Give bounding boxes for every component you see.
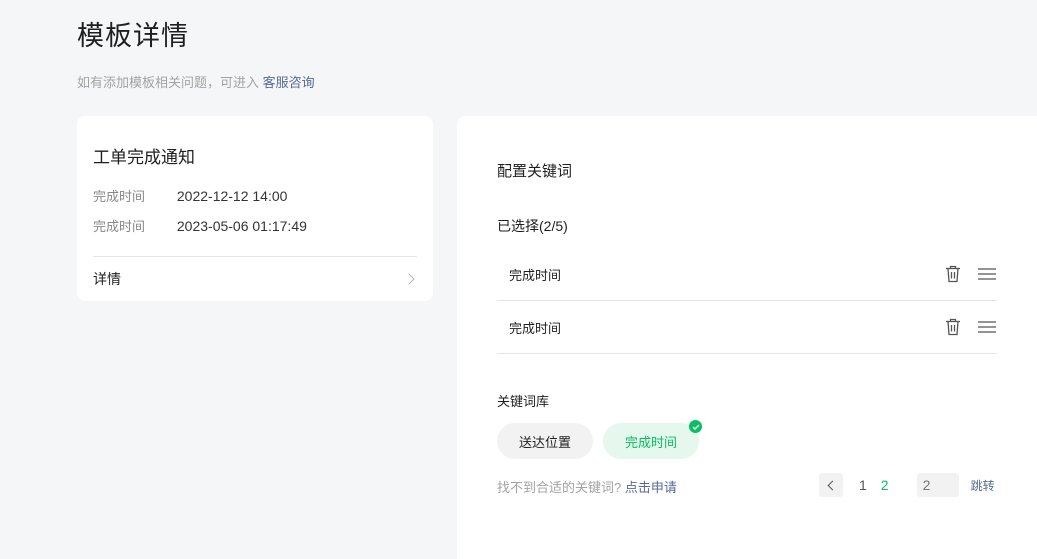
keyword-tag[interactable]: 送达位置 bbox=[497, 423, 593, 459]
page-number-current[interactable]: 2 bbox=[881, 477, 889, 493]
page-jump-input[interactable] bbox=[916, 473, 959, 497]
keyword-label: 完成时间 bbox=[509, 267, 562, 283]
detail-link[interactable]: 详情 bbox=[93, 266, 417, 292]
selected-keyword-row: 完成时间 bbox=[497, 301, 997, 354]
selected-count-label: 已选择(2/5) bbox=[497, 218, 568, 234]
page-subtitle: 如有添加模板相关问题，可进入 客服咨询 bbox=[77, 72, 315, 91]
keyword-label: 完成时间 bbox=[509, 320, 562, 336]
detail-label: 详情 bbox=[93, 271, 121, 287]
keyword-library-label: 关键词库 bbox=[497, 394, 550, 409]
customer-service-link[interactable]: 客服咨询 bbox=[263, 75, 315, 90]
prev-page-button[interactable] bbox=[819, 473, 843, 497]
notfound-text: 找不到合适的关键词? bbox=[497, 480, 622, 495]
info-row-value: 2022-12-12 14:00 bbox=[176, 188, 288, 204]
keyword-tag-label: 完成时间 bbox=[624, 434, 677, 450]
drag-handle-icon[interactable] bbox=[977, 317, 997, 337]
drag-handle-icon[interactable] bbox=[977, 264, 997, 284]
pagination: 1 2 跳转 bbox=[819, 473, 995, 497]
subtitle-text: 如有添加模板相关问题，可进入 bbox=[77, 75, 260, 90]
page-title: 模板详情 bbox=[77, 21, 189, 51]
info-row-value: 2023-05-06 01:17:49 bbox=[176, 218, 307, 234]
keyword-config-panel: 配置关键词 已选择(2/5) 完成时间 完成时间 关键词库 送达位置 完成时间 … bbox=[457, 116, 1037, 559]
template-card: 工单完成通知 完成时间 2022-12-12 14:00 完成时间 2023-0… bbox=[77, 116, 433, 301]
keyword-tag-label: 送达位置 bbox=[518, 434, 571, 450]
page-jump-button[interactable]: 跳转 bbox=[971, 477, 995, 494]
chevron-left-icon bbox=[827, 480, 838, 490]
info-row: 完成时间 2023-05-06 01:17:49 bbox=[93, 216, 307, 235]
selected-keyword-row: 完成时间 bbox=[497, 248, 997, 301]
template-name: 工单完成通知 bbox=[93, 148, 195, 167]
trash-icon[interactable] bbox=[943, 264, 963, 284]
info-row: 完成时间 2022-12-12 14:00 bbox=[93, 186, 287, 205]
info-row-label: 完成时间 bbox=[93, 189, 146, 204]
chevron-right-icon bbox=[403, 273, 415, 285]
keyword-not-found: 找不到合适的关键词? 点击申请 bbox=[497, 477, 677, 496]
info-row-label: 完成时间 bbox=[93, 219, 146, 234]
trash-icon[interactable] bbox=[943, 317, 963, 337]
keyword-tag-selected[interactable]: 完成时间 bbox=[603, 420, 702, 459]
config-title: 配置关键词 bbox=[497, 163, 573, 180]
card-divider bbox=[93, 256, 417, 257]
page-number[interactable]: 1 bbox=[859, 477, 867, 493]
apply-keyword-link[interactable]: 点击申请 bbox=[625, 480, 677, 495]
check-icon bbox=[689, 420, 702, 433]
